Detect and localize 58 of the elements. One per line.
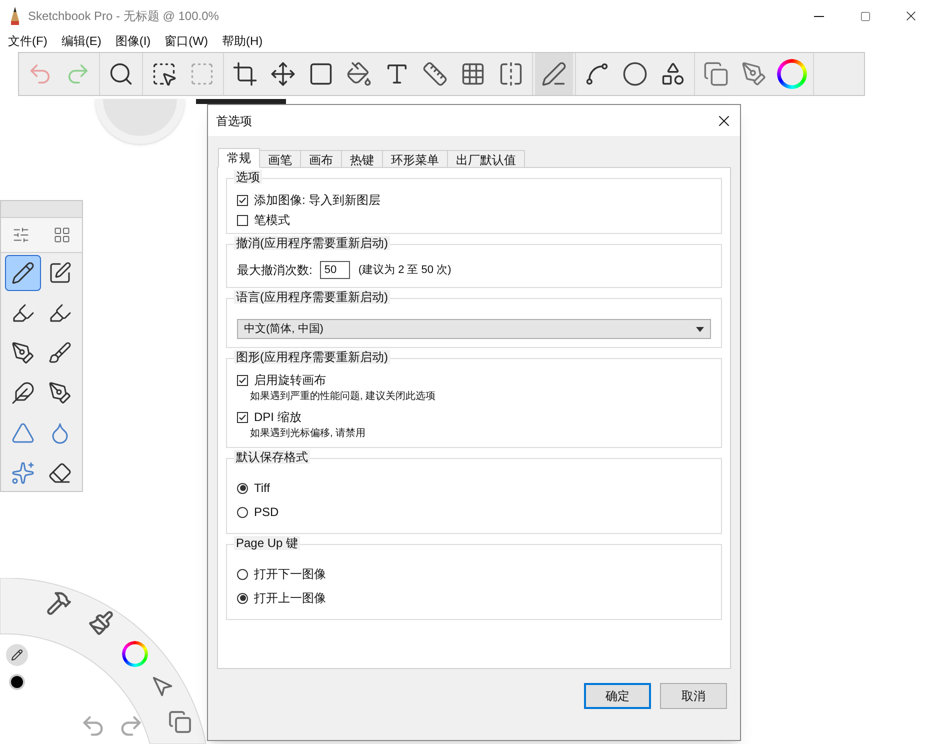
tab[interactable]: 画布 — [300, 150, 342, 168]
radio-button[interactable] — [237, 568, 248, 580]
color-swatch[interactable] — [9, 674, 25, 690]
radio-button[interactable] — [237, 592, 248, 604]
radio-button[interactable] — [237, 506, 248, 518]
menu-item[interactable]: 窗口(W) — [164, 32, 208, 50]
tab[interactable]: 常规 — [218, 148, 260, 168]
checkbox[interactable] — [237, 194, 248, 206]
pencil-brush-icon[interactable] — [6, 644, 28, 666]
radio-label: 打开下一图像 — [254, 566, 326, 583]
dialog-title: 首选项 — [216, 112, 252, 130]
tab[interactable]: 出厂默认值 — [447, 150, 525, 168]
layers-icon[interactable] — [168, 710, 192, 734]
tools-icon[interactable] — [46, 590, 72, 616]
cursor-icon[interactable] — [152, 676, 174, 698]
checkbox-label: DPI 缩放 — [254, 409, 302, 426]
group-title: 语言(应用程序需要重新启动) — [234, 290, 390, 304]
checkbox[interactable] — [237, 214, 248, 226]
group-title: 选项 — [234, 170, 262, 184]
group-title: 图形(应用程序需要重新启动) — [234, 350, 390, 364]
window-title: Sketchbook Pro - 无标题 @ 100.0% — [28, 8, 219, 25]
group-title: 默认保存格式 — [234, 450, 310, 464]
tab[interactable]: 热键 — [341, 150, 383, 168]
checkbox-label: 添加图像: 导入到新图层 — [254, 192, 381, 209]
color-puck[interactable] — [196, 99, 286, 104]
maximize-icon — [860, 10, 870, 22]
checkbox[interactable] — [237, 374, 248, 386]
menu-item[interactable]: 帮助(H) — [222, 32, 263, 50]
pencil-icon[interactable] — [5, 255, 42, 291]
group-title: Page Up 键 — [234, 536, 300, 550]
hint-text: (建议为 2 至 50 次) — [358, 262, 452, 278]
color-wheel-icon[interactable] — [777, 59, 807, 89]
radio-label: 打开上一图像 — [254, 590, 326, 607]
tab[interactable]: 画笔 — [259, 150, 301, 168]
language-dropdown[interactable]: 中文(简体, 中国) — [237, 319, 711, 339]
checkbox-label: 启用旋转画布 — [254, 372, 326, 389]
tab[interactable]: 环形菜单 — [382, 150, 448, 168]
field-label: 最大撤消次数: — [237, 262, 312, 279]
group-title: 撤消(应用程序需要重新启动) — [234, 236, 390, 250]
radio-label: PSD — [254, 504, 279, 521]
undo-count-field[interactable]: 50 — [320, 261, 350, 279]
paintbrush-icon[interactable] — [88, 610, 114, 636]
pencil-logo-icon — [10, 7, 20, 25]
dialog-button[interactable]: 取消 — [660, 683, 727, 709]
grid-view-icon[interactable] — [52, 226, 71, 244]
hint-text: 如果遇到光标偏移, 请禁用 — [249, 426, 367, 441]
checkbox-label: 笔模式 — [254, 212, 290, 229]
menu-item[interactable]: 图像(I) — [115, 32, 151, 50]
dialog-button[interactable]: 确定 — [584, 683, 651, 709]
checkbox[interactable] — [237, 412, 248, 422]
menu-item[interactable]: 编辑(E) — [61, 32, 102, 50]
sliders-icon[interactable] — [12, 226, 30, 244]
stylus-icon[interactable] — [535, 53, 573, 95]
dropdown-arrow-icon — [696, 326, 704, 332]
radio-label: Tiff — [254, 480, 270, 497]
hint-text: 如果遇到严重的性能问题, 建议关闭此选项 — [249, 390, 437, 404]
radio-button[interactable] — [237, 482, 248, 494]
menu-item[interactable]: 文件(F) — [8, 32, 48, 50]
